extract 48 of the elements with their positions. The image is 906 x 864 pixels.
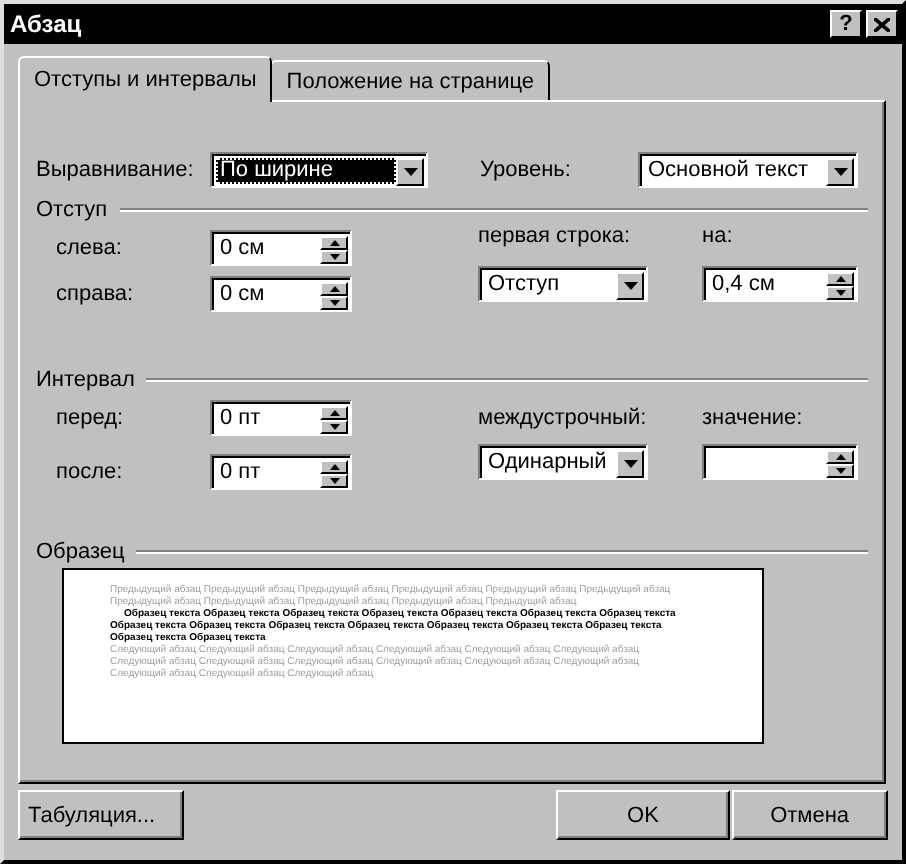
field-label: первая строка: (478, 224, 633, 250)
spin-field[interactable]: 0 пт (210, 400, 352, 436)
tabs-button[interactable]: Табуляция... (18, 790, 185, 840)
up-arrow-icon (329, 463, 339, 469)
ok-button[interactable]: OK (556, 790, 730, 840)
section-heading: Интервал (36, 368, 135, 392)
dropdown-field[interactable]: По ширине (210, 152, 428, 188)
dropdown-field[interactable]: Основной текст (638, 152, 858, 188)
close-button[interactable] (866, 10, 898, 38)
help-button[interactable]: ? (830, 10, 862, 38)
window-title: Абзац (10, 10, 84, 38)
tab[interactable]: Отступы и интервалы (18, 56, 273, 102)
down-arrow-icon (835, 467, 845, 473)
field-label: на: (702, 224, 735, 250)
down-arrow-icon (329, 299, 339, 305)
spin-field[interactable]: 0 см (210, 230, 352, 266)
up-arrow-icon (835, 275, 845, 281)
field-label: слева: (56, 236, 124, 260)
down-arrow-icon (329, 423, 339, 429)
down-arrow-icon (329, 477, 339, 483)
spin-field[interactable]: 0 пт (210, 454, 352, 490)
close-icon (874, 17, 890, 31)
down-arrow-icon (329, 253, 339, 259)
down-arrow-icon (835, 289, 845, 295)
field-label: междустрочный: (478, 406, 649, 432)
field-label: перед: (56, 406, 126, 430)
dropdown-arrow-icon (833, 167, 847, 175)
field-label: Выравнивание: (36, 158, 196, 182)
dropdown-arrow-icon (623, 281, 637, 289)
spin-field[interactable]: 0 см (210, 276, 352, 312)
up-arrow-icon (329, 409, 339, 415)
dropdown-field[interactable]: Отступ (478, 266, 648, 302)
spin-field[interactable] (702, 444, 858, 480)
tab[interactable]: Положение на странице (270, 60, 551, 100)
spin-field[interactable]: 0,4 см (702, 266, 858, 302)
up-arrow-icon (329, 285, 339, 291)
field-label: после: (56, 460, 125, 484)
dropdown-arrow-icon (403, 167, 417, 175)
field-label: Уровень: (480, 158, 573, 182)
field-label: справа: (56, 282, 136, 306)
dropdown-field[interactable]: Одинарный (478, 444, 648, 480)
section-heading: Образец (36, 540, 125, 564)
up-arrow-icon (329, 239, 339, 245)
up-arrow-icon (835, 453, 845, 459)
dropdown-arrow-icon (623, 459, 637, 467)
section-heading: Отступ (36, 198, 108, 222)
field-label: значение: (702, 406, 805, 432)
cancel-button[interactable]: Отмена (731, 790, 888, 840)
